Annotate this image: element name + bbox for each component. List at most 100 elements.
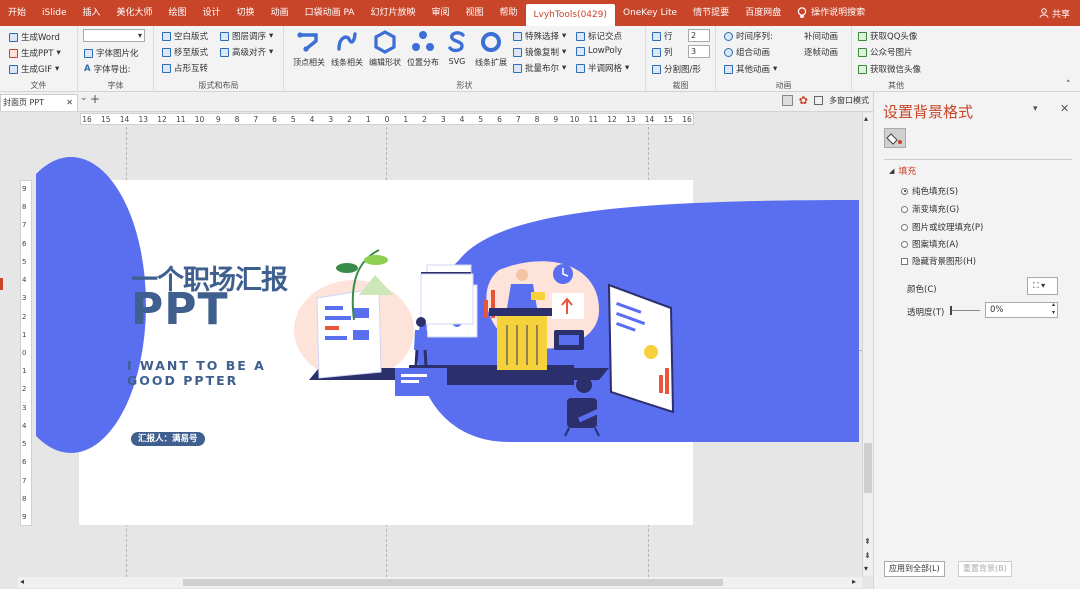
collapse-ribbon-icon[interactable]: ˄ [1066,80,1071,90]
slide[interactable]: 一个职场汇报 PPT I WANT TO BE A GOOD PPTER 汇报人… [36,157,859,525]
special-select-button[interactable]: 特殊选择 ▾ [513,30,566,42]
scroll-right-arrow-icon[interactable]: ▸ [852,577,856,586]
tab-design[interactable]: 设计 [195,0,229,26]
group-anim-button[interactable]: 组合动画 [724,46,770,58]
line-related-button[interactable]: 线条相关 [328,29,366,68]
lowpoly-button[interactable]: LowPoly [576,46,622,56]
tab-search[interactable]: 操作说明搜索 [789,0,873,26]
reporter-badge[interactable]: 汇报人：满易号 [131,432,205,446]
split-image-button[interactable]: 分割图/形 [652,63,701,75]
slide-subtitle-1[interactable]: I WANT TO BE A [127,358,266,373]
vertical-scroll-thumb[interactable] [864,443,872,493]
slide-canvas[interactable]: 一个职场汇报 PPT I WANT TO BE A GOOD PPTER 汇报人… [36,127,862,577]
picture-fill-option[interactable]: 图片或纹理填充(P) [901,221,983,233]
new-tab-plus-icon[interactable]: + [90,92,100,106]
time-series-button[interactable]: 时间序列: [724,30,773,42]
share-button[interactable]: 共享 [1039,0,1070,26]
mirror-copy-button[interactable]: 镜像复制 ▾ [513,46,566,58]
mark-intersection-button[interactable]: 标记交点 [576,30,622,42]
distribute-button[interactable]: 位置分布 [404,29,442,68]
edit-shape-button[interactable]: 编辑形状 [366,29,404,68]
ruler-tick: 8 [534,115,540,124]
columns-button[interactable]: 列 [652,46,673,58]
fill-tab-button[interactable] [884,128,906,148]
tab-insert[interactable]: 插入 [74,0,108,26]
line-expand-button[interactable]: 线条扩展 [472,29,510,68]
gen-gif-button[interactable]: 生成GIF ▾ [9,63,59,75]
scroll-left-arrow-icon[interactable]: ◂ [20,577,24,586]
vertex-button[interactable]: 顶点相关 [290,29,328,68]
svg-button[interactable]: SVG [442,29,472,66]
frame-anim-button[interactable]: 逐帧动画 [804,46,838,58]
get-qq-avatar-button[interactable]: 获取QQ头像 [858,30,917,42]
font-combo[interactable]: ▾ [83,29,145,42]
gen-ppt-button[interactable]: 生成PPT ▾ [9,47,61,59]
tab-view[interactable]: 视图 [457,0,491,26]
tab-pocket-anim[interactable]: 口袋动画 PA [297,0,363,26]
horizontal-scroll-thumb[interactable] [183,579,723,586]
transparency-slider[interactable] [950,310,980,311]
batch-boolean-button[interactable]: 批量布尔 ▾ [513,62,566,74]
fit-window-icon[interactable] [781,95,793,106]
spinner-icon[interactable]: ▴ ▾ [1052,301,1055,317]
solid-fill-option[interactable]: 纯色填充(S) [901,185,958,197]
official-account-image-button[interactable]: 公众号图片 [858,46,913,58]
tab-review[interactable]: 审阅 [423,0,457,26]
blank-layout-button[interactable]: 空白版式 [162,30,208,42]
reset-background-button[interactable]: 重置背景(B) [958,561,1012,577]
rows-value-input[interactable]: 2 [688,29,710,42]
tab-storyboard[interactable]: 情节提要 [685,0,737,26]
gear-icon[interactable]: ✿ [799,94,808,107]
transparency-input[interactable]: 0% ▴ ▾ [985,301,1058,318]
hide-background-option[interactable]: 隐藏背景图形(H) [901,255,976,267]
other-anim-button[interactable]: 其他动画 ▾ [724,63,777,75]
move-to-layout-button[interactable]: 移至版式 [162,46,208,58]
font-export-button[interactable]: A 字体导出: [84,63,130,75]
dropdown-arrow-icon: ▾ [269,47,274,57]
scroll-prev-arrow-icon[interactable]: ⇞ [864,537,871,546]
tab-animation[interactable]: 动画 [263,0,297,26]
font-to-image-button[interactable]: 字体图片化 [84,47,139,59]
pattern-fill-option[interactable]: 图案填充(A) [901,238,958,250]
gen-word-button[interactable]: 生成Word [9,31,60,43]
get-wechat-avatar-button[interactable]: 获取微信头像 [858,63,921,75]
group-animation: 时间序列: 补间动画 组合动画 逐帧动画 其他动画 ▾ 动画 [716,26,852,92]
halftone-grid-button[interactable]: 半调网格 ▾ [576,62,629,74]
tab-slideshow[interactable]: 幻灯片放映 [362,0,423,26]
tab-meihua[interactable]: 美化大师 [109,0,161,26]
tab-home[interactable]: 开始 [0,0,34,26]
columns-value-input[interactable]: 3 [688,45,710,58]
horizontal-scrollbar[interactable]: ◂ ▸ [18,577,862,588]
tab-list-chevron-icon[interactable]: ⌄ [80,93,88,103]
color-picker-button[interactable]: ⛶ ▾ [1027,277,1058,295]
tab-transition[interactable]: 切换 [229,0,263,26]
pane-options-chevron-icon[interactable]: ▾ [1033,104,1038,114]
scroll-next-arrow-icon[interactable]: ⇟ [864,551,871,560]
vertical-ruler[interactable]: 9 8 7 6 5 4 3 2 1 0 1 2 3 4 5 6 7 8 9 [20,180,32,526]
tween-anim-button[interactable]: 补间动画 [804,30,838,42]
shape-convert-button[interactable]: 占形互转 [162,62,208,74]
scroll-down-arrow-icon[interactable]: ▾ [864,564,868,573]
slide-title-ppt[interactable]: PPT [131,284,229,335]
document-tab[interactable]: 封面页 PPT ✕ [0,94,78,111]
layer-order-button[interactable]: 图层调序 ▾ [220,30,273,42]
vertical-scrollbar[interactable]: ▴ ⇞ ⇟ ▾ [862,113,873,576]
fill-section-header[interactable]: ◢ 填充 [889,164,916,178]
transparency-slider-thumb[interactable] [950,306,952,315]
horizontal-ruler[interactable]: 16 15 14 13 12 11 10 9 8 7 6 5 4 3 2 1 0 1 2 3 4 5 6 7 8 9 10 11 12 1… [80,113,694,125]
scroll-up-arrow-icon[interactable]: ▴ [864,114,868,123]
tab-islide[interactable]: iSlide [34,0,74,26]
tab-baidu[interactable]: 百度网盘 [737,0,789,26]
close-tab-icon[interactable]: ✕ [66,95,73,110]
apply-to-all-button[interactable]: 应用到全部(L) [884,561,945,577]
rows-button[interactable]: 行 [652,30,673,42]
advanced-align-button[interactable]: 高级对齐 ▾ [220,46,273,58]
tab-lvyhtools[interactable]: LvyhTools(0429) [525,4,615,26]
tab-onekey[interactable]: OneKey Lite [615,0,685,26]
tab-draw[interactable]: 绘图 [161,0,195,26]
close-pane-icon[interactable]: ✕ [1060,102,1069,115]
tab-help[interactable]: 帮助 [492,0,526,26]
gradient-fill-option[interactable]: 渐变填充(G) [901,203,959,215]
multi-window-button[interactable]: 多窗口模式 [829,95,869,106]
slide-subtitle-2[interactable]: GOOD PPTER [127,373,238,388]
